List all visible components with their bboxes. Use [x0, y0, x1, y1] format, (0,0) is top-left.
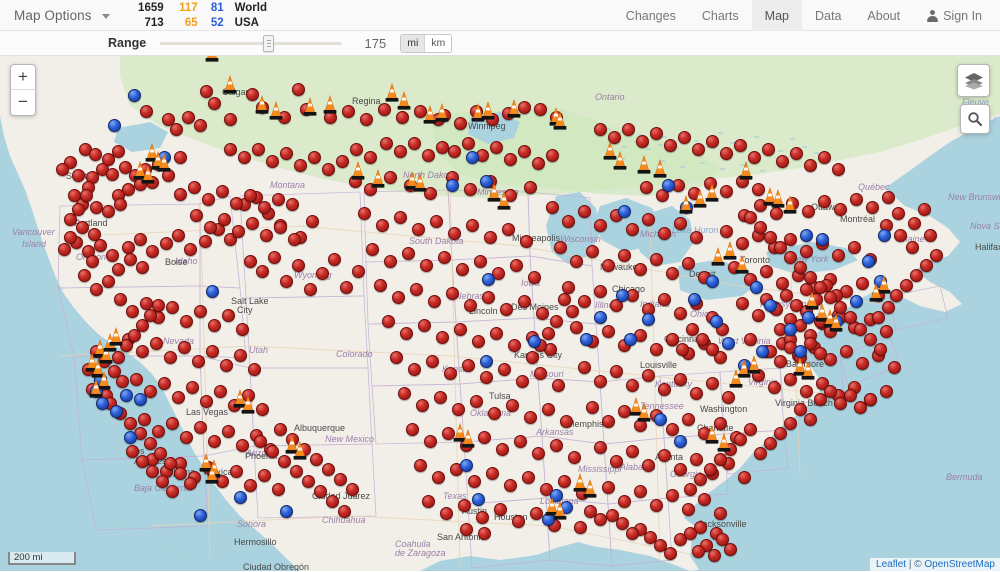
attribution-leaflet-link[interactable]: Leaflet [876, 559, 906, 570]
nav-item-about[interactable]: About [854, 0, 913, 31]
count-scope-usa: USA [234, 16, 259, 29]
layers-icon [964, 72, 983, 89]
layers-control[interactable] [957, 64, 990, 97]
zoom-control: + − [10, 64, 36, 116]
nav-item-changes[interactable]: Changes [613, 0, 689, 31]
map-viewport[interactable]: Vancouver Island Seattle Portland Oregon Idah… [0, 56, 1000, 571]
map-basemap [0, 56, 1000, 571]
range-label: Range [108, 36, 147, 50]
nav-item-charts[interactable]: Charts [689, 0, 752, 31]
search-control[interactable] [960, 104, 990, 134]
app-header: Map Options 1659 117 81 World 713 65 52 … [0, 0, 1000, 31]
count-amber-usa: 65 [184, 16, 198, 29]
map-options-dropdown[interactable]: Map Options [0, 0, 122, 31]
zoom-out-button[interactable]: − [11, 90, 35, 115]
range-slider[interactable] [160, 34, 343, 52]
attribution-separator: | © [906, 559, 925, 570]
count-scope-world: World [234, 1, 268, 14]
nav-item-data[interactable]: Data [802, 0, 854, 31]
unit-toggle-mi[interactable]: mi [401, 34, 425, 52]
sign-in-label: Sign In [943, 8, 982, 23]
main-nav: Changes Charts Map Data About Sign In [613, 0, 1000, 31]
range-toolbar: Range 175 mi km [0, 31, 1000, 56]
map-application: Map Options 1659 117 81 World 713 65 52 … [0, 0, 1000, 572]
counts-row-usa: 713 65 52 USA [128, 16, 280, 31]
range-slider-handle[interactable] [263, 34, 275, 52]
map-options-label: Map Options [14, 8, 92, 23]
scale-bar-label: 200 mi [14, 552, 43, 563]
count-blue-world: 81 [210, 1, 224, 14]
nav-item-map[interactable]: Map [751, 0, 802, 31]
attribution: Leaflet | © OpenStreetMap [870, 558, 1000, 571]
count-amber-world: 117 [179, 1, 198, 14]
count-blue-usa: 52 [210, 16, 224, 29]
counts-row-world: 1659 117 81 World [128, 1, 280, 16]
scale-bar: 200 mi [8, 552, 76, 565]
person-icon [927, 9, 939, 22]
attribution-osm-link[interactable]: OpenStreetMap [924, 559, 995, 570]
count-red-world: 1659 [138, 1, 164, 14]
range-value: 175 [364, 35, 387, 51]
chevron-down-icon [101, 14, 110, 19]
zoom-in-button[interactable]: + [11, 65, 35, 90]
unit-toggle: mi km [400, 33, 453, 53]
range-slider-track[interactable] [160, 41, 343, 45]
search-icon [968, 112, 983, 127]
count-red-usa: 713 [144, 16, 164, 29]
counts-summary: 1659 117 81 World 713 65 52 USA [122, 0, 280, 31]
unit-toggle-km[interactable]: km [424, 34, 451, 52]
sign-in-button[interactable]: Sign In [913, 0, 992, 31]
